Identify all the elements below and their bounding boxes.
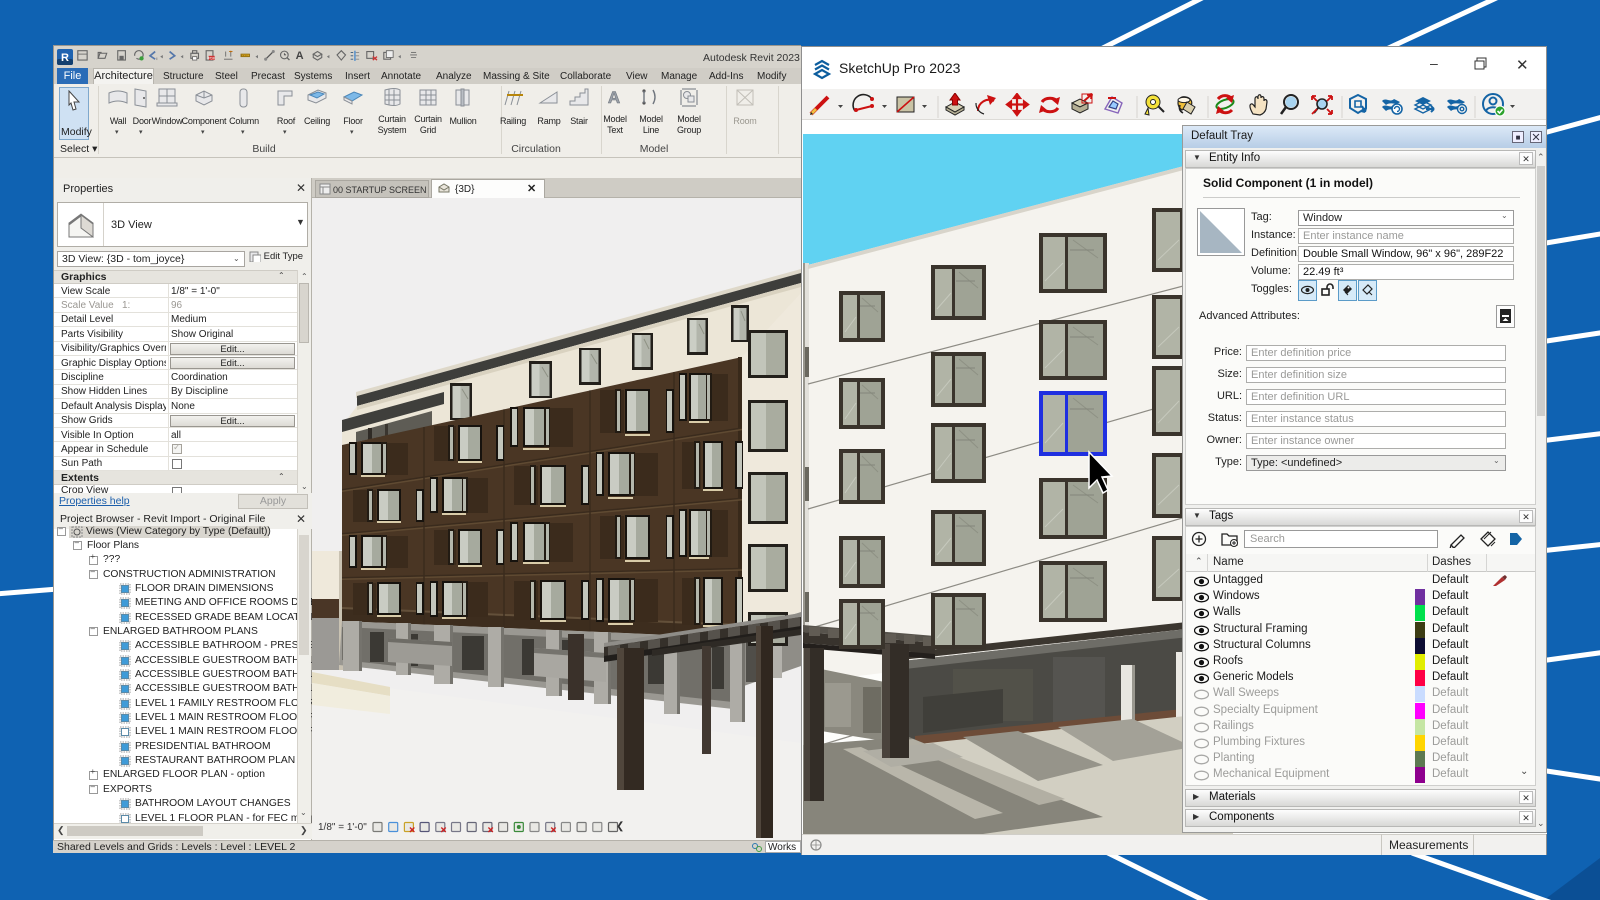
svg-text:■: ■ (1516, 133, 1521, 142)
